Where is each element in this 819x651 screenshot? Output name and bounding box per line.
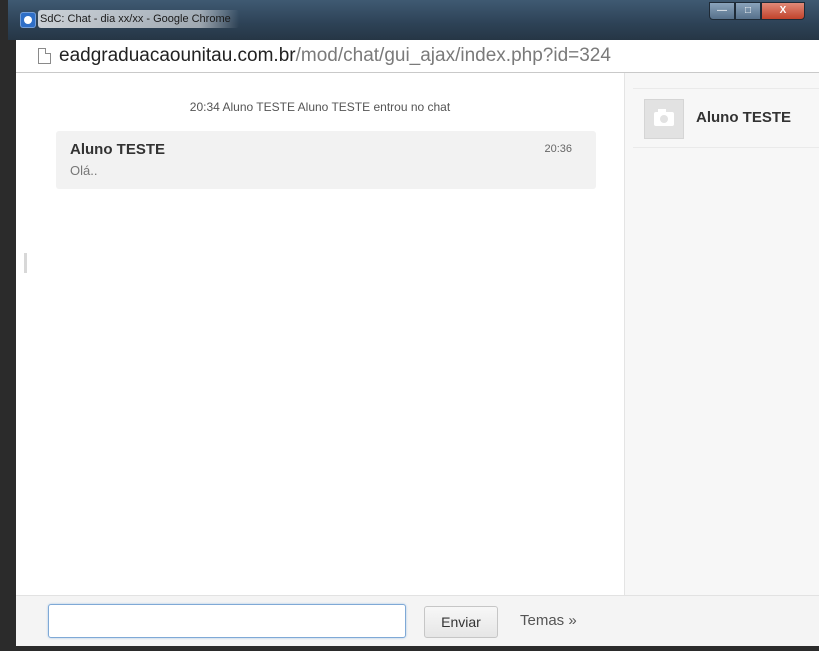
chat-page: 20:34 Aluno TESTE Aluno TESTE entrou no …	[16, 73, 819, 646]
user-name: Aluno TESTE	[696, 109, 791, 126]
title-bar: SdC: Chat - dia xx/xx - Google Chrome — …	[8, 0, 819, 40]
message-input[interactable]	[48, 604, 406, 638]
window-title: SdC: Chat - dia xx/xx - Google Chrome	[38, 10, 239, 28]
address-bar[interactable]: eadgraduacaounitau.com.br/mod/chat/gui_a…	[16, 40, 819, 73]
browser-window: SdC: Chat - dia xx/xx - Google Chrome — …	[0, 0, 819, 651]
message-text: Olá..	[70, 163, 98, 178]
scrollbar-thumb[interactable]	[24, 253, 27, 273]
url-text[interactable]: eadgraduacaounitau.com.br/mod/chat/gui_a…	[59, 45, 611, 67]
window-controls: — □ X	[709, 2, 805, 22]
themes-link[interactable]: Temas »	[520, 612, 577, 629]
page-icon	[38, 48, 51, 64]
camera-placeholder-icon	[644, 99, 684, 139]
chat-message: Aluno TESTE 20:36 Olá..	[56, 131, 596, 189]
message-time: 20:36	[544, 143, 572, 155]
url-host: eadgraduacaounitau.com.br	[59, 45, 296, 66]
chat-messages-area[interactable]: 20:34 Aluno TESTE Aluno TESTE entrou no …	[16, 73, 624, 595]
close-button[interactable]: X	[761, 2, 805, 20]
url-path: /mod/chat/gui_ajax/index.php?id=324	[295, 45, 611, 66]
chrome-favicon-icon	[20, 12, 36, 28]
users-panel: Aluno TESTE	[625, 73, 819, 595]
send-button[interactable]: Enviar	[424, 606, 498, 638]
composer-bar: Enviar Temas »	[16, 595, 819, 646]
user-list-item[interactable]: Aluno TESTE	[633, 88, 819, 148]
minimize-button[interactable]: —	[709, 2, 735, 20]
system-message: 20:34 Aluno TESTE Aluno TESTE entrou no …	[189, 100, 451, 114]
maximize-button[interactable]: □	[735, 2, 761, 20]
message-author: Aluno TESTE	[70, 141, 165, 158]
